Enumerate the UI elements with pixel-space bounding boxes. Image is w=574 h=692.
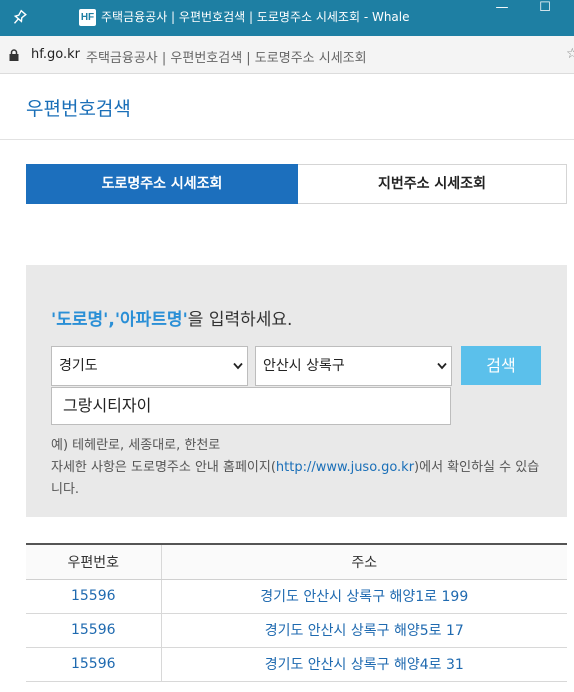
table-row[interactable]: 15596 경기도 안산시 상록구 해양4로 31 xyxy=(26,647,567,682)
search-instruction: '도로명','아파트명'을 입력하세요. xyxy=(51,305,292,330)
province-value: 경기도 xyxy=(59,358,98,374)
table-row[interactable]: 15596 경기도 안산시 상록구 해양1로 199 xyxy=(26,579,567,614)
zipcode-cell[interactable]: 15596 xyxy=(26,579,162,614)
page-header: 우편번호검색 xyxy=(0,74,574,140)
address-cell[interactable]: 경기도 안산시 상록구 해양1로 199 xyxy=(161,579,567,614)
maximize-button[interactable]: ☐ xyxy=(525,0,565,22)
juso-link[interactable]: http://www.juso.go.kr xyxy=(276,460,414,475)
prompt-apartment-name: '아파트명' xyxy=(114,310,188,330)
address-cell[interactable]: 경기도 안산시 상록구 해양5로 17 xyxy=(161,613,567,648)
url-domain: hf.go.kr xyxy=(31,47,80,62)
prompt-rest: 을 입력하세요. xyxy=(187,310,293,330)
url-page-title: 주택금융공사 | 우편번호검색 | 도로명주소 시세조회 xyxy=(86,51,367,66)
lock-icon xyxy=(9,49,19,61)
window-titlebar: HF 주택금융공사 | 우편번호검색 | 도로명주소 시세조회 - Whale … xyxy=(0,0,574,36)
column-header-address: 주소 xyxy=(161,543,567,580)
pin-icon[interactable] xyxy=(9,8,29,28)
window-title: 주택금융공사 | 우편번호검색 | 도로명주소 시세조회 - Whale xyxy=(101,10,410,24)
site-logo-icon: HF xyxy=(79,9,96,26)
address-bar[interactable]: hf.go.kr 주택금융공사 | 우편번호검색 | 도로명주소 시세조회 ☆ xyxy=(0,36,574,74)
search-button[interactable]: 검색 xyxy=(461,346,541,385)
search-panel: '도로명','아파트명'을 입력하세요. 경기도 안산시 상록구 검색 그랑시티… xyxy=(26,265,567,517)
zipcode-cell[interactable]: 15596 xyxy=(26,613,162,648)
tab-road-address[interactable]: 도로명주소 시세조회 xyxy=(26,164,298,204)
column-header-zipcode: 우편번호 xyxy=(26,543,162,580)
chevron-down-icon xyxy=(437,362,447,370)
zipcode-cell[interactable]: 15596 xyxy=(26,647,162,682)
district-value: 안산시 상록구 xyxy=(263,358,345,374)
district-select[interactable]: 안산시 상록구 xyxy=(255,346,452,386)
results-table: 우편번호 주소 15596 경기도 안산시 상록구 해양1로 199 15596… xyxy=(26,543,567,682)
search-hint: 예) 테헤란로, 세종대로, 한천로 자세한 사항은 도로명주소 안내 홈페이지… xyxy=(51,435,551,501)
search-type-tabs: 도로명주소 시세조회 지번주소 시세조회 xyxy=(26,164,567,204)
table-header-row: 우편번호 주소 xyxy=(26,543,567,580)
chevron-down-icon xyxy=(233,362,243,370)
hint-detail-before: 자세한 사항은 도로명주소 안내 홈페이지( xyxy=(51,460,276,475)
keyword-input[interactable]: 그랑시티자이 xyxy=(51,387,451,425)
tab-lot-address[interactable]: 지번주소 시세조회 xyxy=(298,164,567,204)
page-title: 우편번호검색 xyxy=(26,98,131,120)
minimize-button[interactable]: — xyxy=(482,0,522,22)
hint-detail: 자세한 사항은 도로명주소 안내 홈페이지(http://www.juso.go… xyxy=(51,457,551,501)
table-row[interactable]: 15596 경기도 안산시 상록구 해양5로 17 xyxy=(26,613,567,648)
address-cell[interactable]: 경기도 안산시 상록구 해양4로 31 xyxy=(161,647,567,682)
hint-example: 예) 테헤란로, 세종대로, 한천로 xyxy=(51,438,221,453)
bookmark-star-icon[interactable]: ☆ xyxy=(566,46,574,62)
province-select[interactable]: 경기도 xyxy=(51,346,248,386)
prompt-road-name: '도로명' xyxy=(51,310,109,330)
